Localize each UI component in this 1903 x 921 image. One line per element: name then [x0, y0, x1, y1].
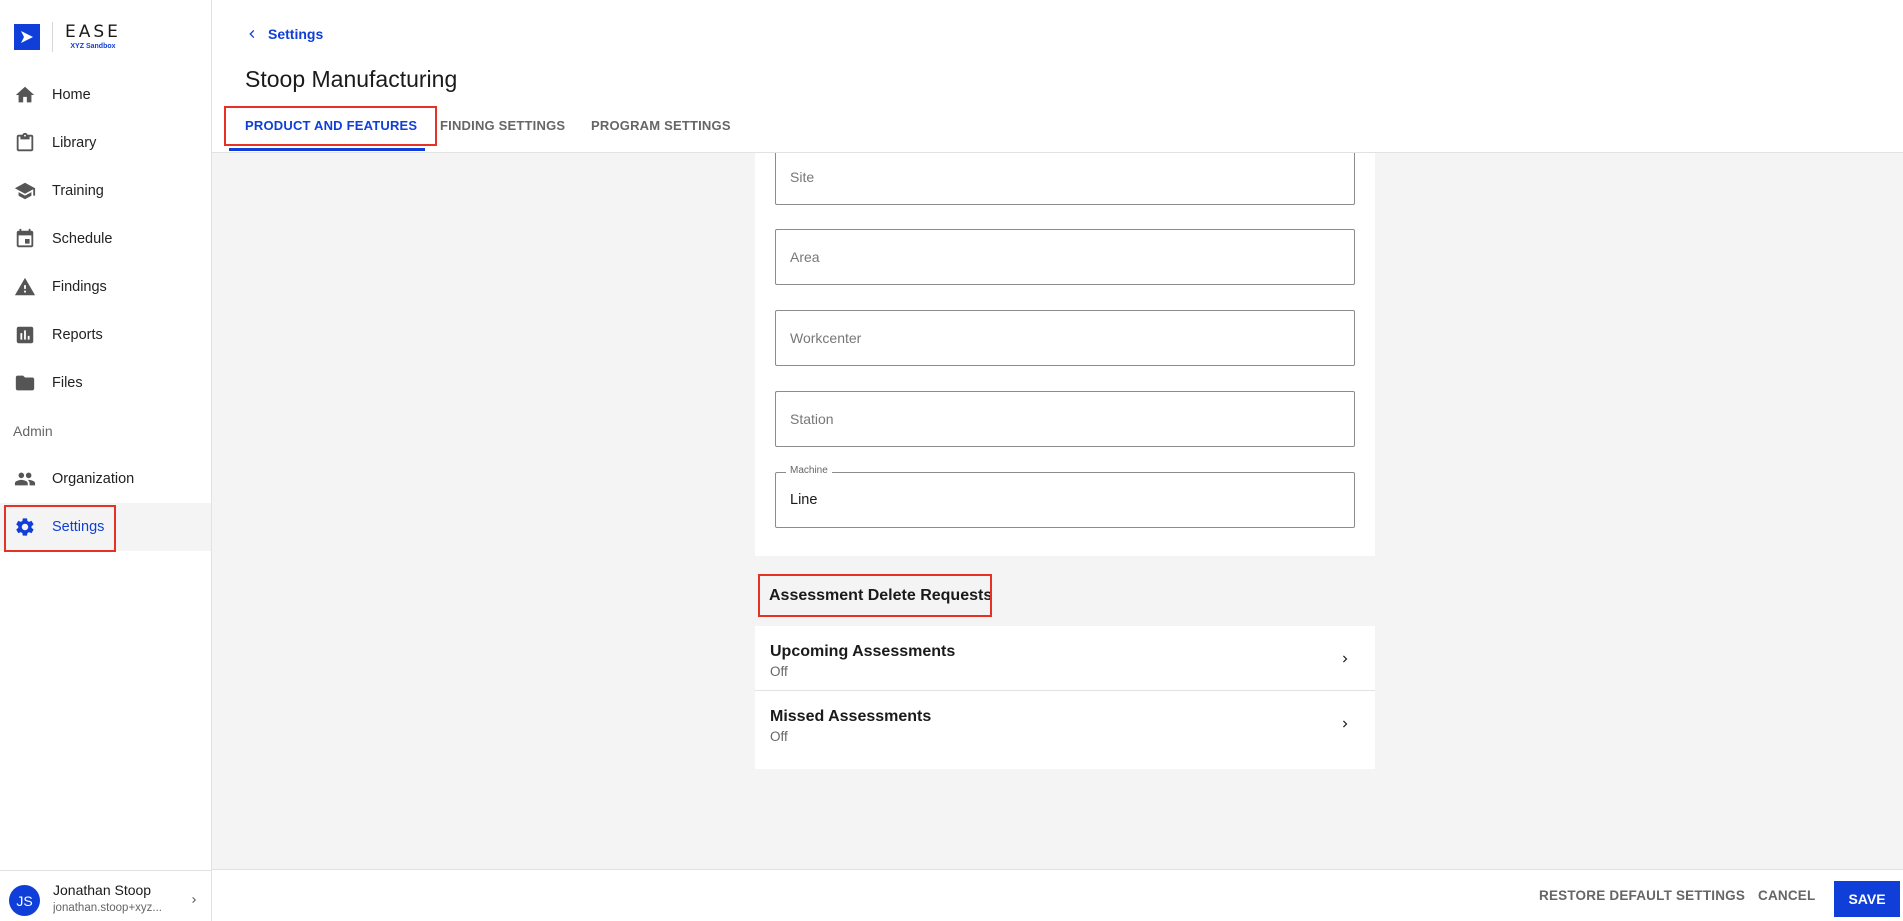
brand-logo[interactable]: EASE XYZ Sandbox	[14, 22, 121, 52]
sidebar-item-home[interactable]: Home	[0, 71, 211, 119]
site-placeholder: Site	[790, 169, 815, 185]
user-name: Jonathan Stoop	[53, 882, 152, 898]
sidebar-item-label: Library	[52, 135, 97, 151]
sidebar-item-settings[interactable]: Settings	[0, 503, 211, 551]
workcenter-field[interactable]: Workcenter	[775, 310, 1355, 366]
machine-field-value: Line	[790, 492, 818, 508]
save-button[interactable]: SAVE	[1834, 881, 1900, 917]
brand-subtitle: XYZ Sandbox	[70, 43, 116, 50]
sidebar-item-label: Reports	[52, 327, 103, 343]
chevron-right-icon	[1338, 717, 1352, 736]
sidebar-item-schedule[interactable]: Schedule	[0, 215, 211, 263]
delete-requests-heading: Assessment Delete Requests	[769, 587, 993, 604]
home-icon	[13, 83, 37, 107]
breadcrumb-label: Settings	[268, 26, 324, 42]
user-email: jonathan.stoop+xyz...	[53, 902, 163, 914]
area-placeholder: Area	[790, 249, 820, 265]
clipboard-icon	[13, 131, 37, 155]
chevron-right-icon	[1338, 652, 1352, 671]
sidebar-item-findings[interactable]: Findings	[0, 263, 211, 311]
gear-icon	[13, 515, 37, 539]
sidebar-item-organization[interactable]: Organization	[0, 455, 211, 503]
list-item-status: Off	[770, 664, 788, 679]
active-tab-indicator	[229, 148, 425, 151]
main-content: Site Area Workcenter Station Machine Lin…	[212, 153, 1903, 869]
workcenter-placeholder: Workcenter	[790, 330, 862, 346]
chevron-left-icon	[249, 30, 255, 38]
sidebar: EASE XYZ Sandbox Home Library Training S…	[0, 0, 212, 921]
sidebar-item-label: Organization	[52, 471, 135, 487]
calendar-icon	[13, 227, 37, 251]
cancel-button[interactable]: CANCEL	[1758, 888, 1815, 903]
sidebar-item-files[interactable]: Files	[0, 359, 211, 407]
machine-field[interactable]: Machine Line	[775, 465, 1355, 528]
sidebar-item-label: Training	[52, 183, 104, 199]
sidebar-item-label: Findings	[52, 279, 107, 295]
list-item-missed-assessments[interactable]: Missed Assessments Off	[755, 691, 1375, 755]
page-header: Settings Stoop Manufacturing PRODUCT AND…	[212, 0, 1903, 153]
breadcrumb-back-link[interactable]: Settings	[244, 26, 323, 42]
chevron-right-icon[interactable]	[188, 893, 200, 911]
avatar: JS	[9, 885, 40, 916]
delete-requests-list: Upcoming Assessments Off Missed Assessme…	[755, 626, 1375, 769]
sidebar-item-label: Home	[52, 87, 91, 103]
page-title: Stoop Manufacturing	[245, 66, 458, 92]
list-item-title: Upcoming Assessments	[770, 643, 956, 660]
brand-name: EASE	[65, 22, 121, 42]
action-footer: RESTORE DEFAULT SETTINGS CANCEL SAVE	[212, 869, 1903, 921]
graduation-cap-icon	[13, 179, 37, 203]
site-field[interactable]: Site	[775, 153, 1355, 205]
warning-icon	[13, 275, 37, 299]
area-field[interactable]: Area	[775, 229, 1355, 285]
sidebar-item-label: Settings	[52, 519, 105, 535]
sidebar-item-label: Files	[52, 375, 83, 391]
machine-field-label: Machine	[786, 465, 832, 476]
bar-chart-icon	[13, 323, 37, 347]
user-profile[interactable]: JS Jonathan Stoop jonathan.stoop+xyz...	[0, 870, 211, 921]
admin-section-label: Admin	[13, 423, 53, 439]
people-icon	[13, 467, 37, 491]
brand-divider	[52, 22, 53, 52]
hierarchy-card: Site Area Workcenter Station Machine Lin…	[755, 153, 1375, 556]
list-item-title: Missed Assessments	[770, 708, 932, 725]
sidebar-item-training[interactable]: Training	[0, 167, 211, 215]
sidebar-item-reports[interactable]: Reports	[0, 311, 211, 359]
sidebar-item-library[interactable]: Library	[0, 119, 211, 167]
station-field[interactable]: Station	[775, 391, 1355, 447]
play-logo-icon	[14, 24, 40, 50]
list-item-status: Off	[770, 729, 788, 744]
station-placeholder: Station	[790, 411, 834, 427]
list-item-upcoming-assessments[interactable]: Upcoming Assessments Off	[755, 626, 1375, 691]
sidebar-item-label: Schedule	[52, 231, 113, 247]
restore-defaults-button[interactable]: RESTORE DEFAULT SETTINGS	[1539, 888, 1745, 903]
folder-icon	[13, 371, 37, 395]
